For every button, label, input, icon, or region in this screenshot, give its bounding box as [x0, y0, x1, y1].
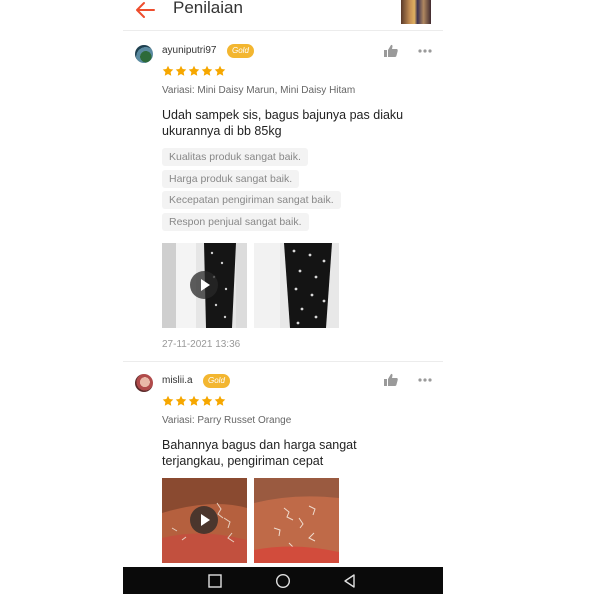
- review-username[interactable]: mislii.a: [162, 375, 193, 386]
- review-tag: Harga produk sangat baik.: [162, 170, 300, 188]
- review-variation: Variasi: Mini Daisy Marun, Mini Daisy Hi…: [162, 85, 356, 96]
- review-divider: [123, 361, 443, 362]
- star-icon: [175, 65, 187, 76]
- star-icon: [188, 395, 200, 406]
- review-tag: Respon penjual sangat baik.: [162, 213, 309, 231]
- review-date: 27-11-2021 13:36: [162, 339, 241, 350]
- review-tag: Kecepatan pengiriman sangat baik.: [162, 191, 341, 209]
- review-photo[interactable]: [254, 478, 339, 563]
- review-comment: Udah sampek sis, bagus bajunya pas diaku…: [162, 108, 404, 138]
- play-icon[interactable]: [190, 506, 218, 534]
- star-rating: [162, 395, 226, 407]
- star-icon: [214, 65, 226, 76]
- star-icon: [188, 65, 200, 76]
- review-variation: Variasi: Parry Russet Orange: [162, 415, 292, 426]
- review-username[interactable]: ayuniputri97: [162, 45, 216, 56]
- home-icon[interactable]: [275, 573, 291, 589]
- star-icon: [175, 395, 187, 406]
- star-icon: [201, 395, 213, 406]
- arrow-left-icon[interactable]: [133, 0, 157, 20]
- star-icon: [162, 65, 174, 76]
- review-comment: Bahannya bagus dan harga sangat terjangk…: [162, 438, 357, 468]
- star-icon: [201, 65, 213, 76]
- review-video[interactable]: [162, 478, 247, 563]
- avatar[interactable]: [135, 45, 153, 63]
- review-tag: Kualitas produk sangat baik.: [162, 148, 308, 166]
- product-thumbnail[interactable]: [401, 0, 431, 24]
- member-badge: Gold: [203, 374, 230, 388]
- more-options-icon[interactable]: [417, 43, 433, 59]
- system-nav-bar: [123, 567, 443, 594]
- play-icon[interactable]: [190, 271, 218, 299]
- app-header: Penilaian: [123, 0, 443, 28]
- header-divider: [123, 30, 443, 31]
- star-rating: [162, 65, 226, 77]
- thumbs-up-icon[interactable]: [383, 43, 399, 59]
- review-photo[interactable]: [254, 243, 339, 328]
- back-icon[interactable]: [342, 573, 358, 589]
- member-badge: Gold: [227, 44, 254, 58]
- page-title: Penilaian: [173, 0, 243, 17]
- review-screen: Penilaian ayuniputri97 Gold Variasi: Min…: [123, 0, 443, 594]
- star-icon: [162, 395, 174, 406]
- star-icon: [214, 395, 226, 406]
- recent-apps-icon[interactable]: [207, 573, 223, 589]
- avatar[interactable]: [135, 374, 153, 392]
- review-video[interactable]: [162, 243, 247, 328]
- more-options-icon[interactable]: [417, 372, 433, 388]
- thumbs-up-icon[interactable]: [383, 372, 399, 388]
